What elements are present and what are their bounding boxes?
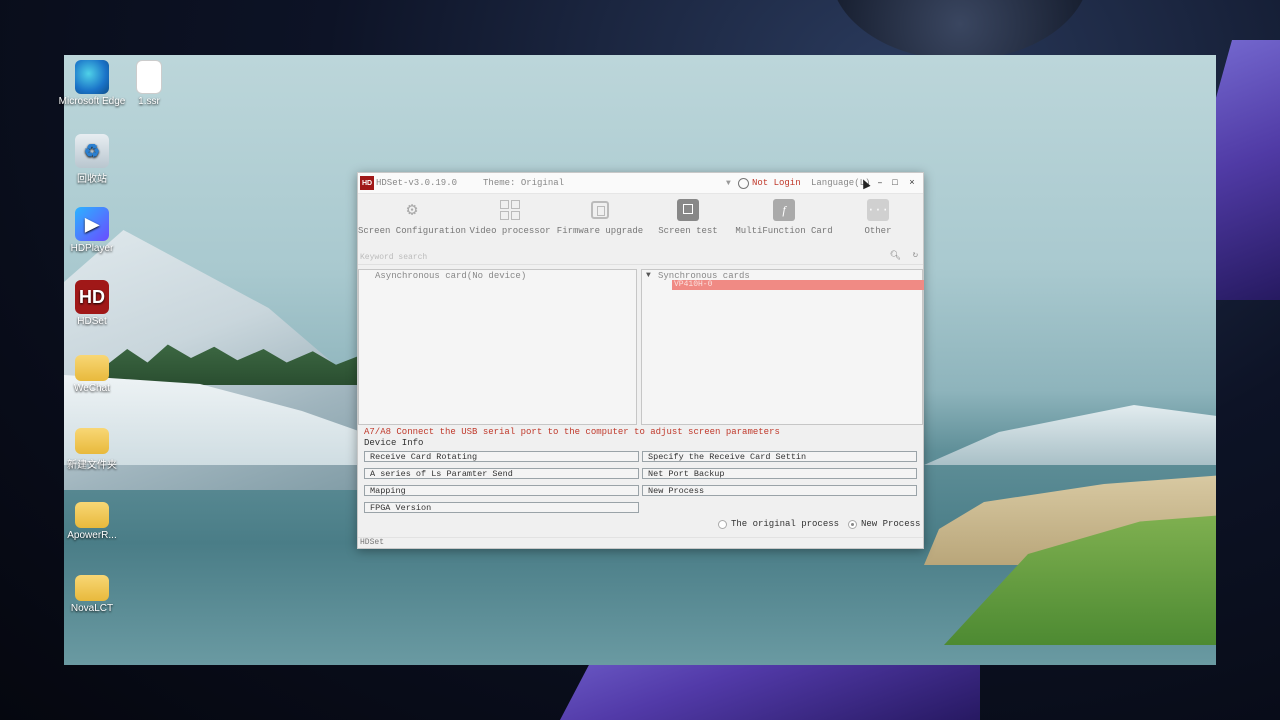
- radio-label: New Process: [861, 519, 921, 529]
- radio-button[interactable]: [848, 519, 857, 529]
- app-version: HDSet-v3.0.19.0: [376, 178, 458, 188]
- monitor-icon: [676, 198, 700, 222]
- minimize-button[interactable]: –: [873, 176, 887, 190]
- tool-screen-configuration[interactable]: ⚙ Screen Configuration: [358, 198, 466, 236]
- async-card-panel[interactable]: Asynchronous card(No device): [358, 269, 637, 425]
- folder-icon: [75, 502, 109, 528]
- tool-multifunction-card[interactable]: f MultiFunction Card: [734, 198, 834, 236]
- grid-icon: [498, 198, 522, 222]
- desktop-icon-label: WeChat: [74, 383, 110, 394]
- desktop-icon-label: 回收站: [77, 174, 107, 185]
- radio-new-process[interactable]: New Process: [848, 519, 920, 529]
- folder-icon: [75, 355, 109, 381]
- desktop-icon-label: HDPlayer: [70, 243, 114, 254]
- desktop-icon-label: 新建文件夹: [67, 460, 117, 471]
- tool-screen-test[interactable]: Screen test: [648, 198, 728, 236]
- usb-hint: A7/A8 Connect the USB serial port to the…: [364, 427, 780, 437]
- function-icon: f: [772, 198, 796, 222]
- refresh-icon[interactable]: ↻: [913, 250, 918, 260]
- ls-param-send-button[interactable]: A series of Ls Paramter Send: [364, 468, 639, 479]
- receive-card-rotating-button[interactable]: Receive Card Rotating: [364, 451, 639, 462]
- desktop-icon-label: ApowerR...: [67, 530, 117, 541]
- radio-original-process[interactable]: The original process: [718, 519, 839, 529]
- chip-icon: [588, 198, 612, 222]
- tool-label: Video processor: [469, 226, 551, 236]
- theme-selector[interactable]: Theme: Original: [483, 178, 564, 188]
- recycle-bin-icon: ♻: [75, 134, 109, 168]
- sync-card-item[interactable]: VP410H-0: [672, 280, 924, 290]
- desktop-icon-file[interactable]: 1.ssr: [114, 60, 184, 107]
- device-info-heading: Device Info: [364, 438, 424, 448]
- device-buttons: Receive Card Rotating Specify the Receiv…: [358, 451, 923, 521]
- folder-icon: [75, 575, 109, 601]
- desktop-icon-hdplayer[interactable]: ▶ HDPlayer: [57, 207, 127, 254]
- tool-label: MultiFunction Card: [735, 226, 833, 236]
- desktop-icon-new-folder[interactable]: 新建文件夹: [57, 428, 127, 471]
- toolbar: ⚙ Screen Configuration Video processor F…: [358, 194, 923, 250]
- hdset-window: HD HDSet-v3.0.19.0 Theme: Original ▼ Not…: [357, 172, 924, 549]
- net-port-backup-button[interactable]: Net Port Backup: [642, 468, 917, 479]
- tool-label: Screen Configuration: [357, 226, 467, 236]
- hdplayer-icon: ▶: [75, 207, 109, 241]
- keyword-search[interactable]: Keyword search 🔍︎ ↻: [358, 250, 923, 265]
- search-icon[interactable]: 🔍︎: [890, 251, 901, 261]
- search-input[interactable]: Keyword search: [360, 253, 427, 262]
- user-icon: [738, 177, 749, 189]
- new-process-button[interactable]: New Process: [642, 485, 917, 496]
- file-icon: [136, 60, 162, 94]
- sync-card-panel[interactable]: ▼ Synchronous cards VP410H-0: [641, 269, 924, 425]
- more-icon: ···: [866, 198, 890, 222]
- fpga-version-button[interactable]: FPGA Version: [364, 502, 639, 513]
- tool-video-processor[interactable]: Video processor: [467, 198, 553, 236]
- mapping-button[interactable]: Mapping: [364, 485, 639, 496]
- wallpaper-mountain: [924, 405, 1216, 465]
- async-card-header: Asynchronous card(No device): [375, 271, 527, 281]
- tool-label: Other: [864, 226, 892, 236]
- chevron-down-icon[interactable]: ▼: [726, 179, 731, 188]
- radio-label: The original process: [731, 519, 840, 529]
- edge-icon: [75, 60, 109, 94]
- tool-firmware-upgrade[interactable]: Firmware upgrade: [557, 198, 643, 236]
- planet-backdrop: [830, 0, 1090, 60]
- card-panels: Asynchronous card(No device) ▼ Synchrono…: [358, 269, 924, 425]
- desktop-icon-label: NovaLCT: [70, 603, 114, 614]
- desktop-icon-apower[interactable]: ApowerR...: [57, 502, 127, 541]
- gear-icon: ⚙: [406, 201, 418, 221]
- radio-button[interactable]: [718, 519, 727, 529]
- close-button[interactable]: ×: [905, 176, 919, 190]
- hdset-icon: HD: [75, 280, 109, 314]
- desktop-icon-wechat[interactable]: WeChat: [57, 355, 127, 394]
- maximize-button[interactable]: □: [888, 176, 902, 190]
- desktop-icon-novalct[interactable]: NovaLCT: [57, 575, 127, 614]
- desktop-icon-label: HDSet: [77, 316, 107, 327]
- specify-receive-card-button[interactable]: Specify the Receive Card Settin: [642, 451, 917, 462]
- tool-label: Firmware upgrade: [556, 226, 644, 236]
- folder-icon: [75, 428, 109, 454]
- login-label: Not Login: [752, 178, 801, 188]
- desktop-icon-hdset[interactable]: HD HDSet: [57, 280, 127, 327]
- title-bar[interactable]: HD HDSet-v3.0.19.0 Theme: Original ▼ Not…: [358, 173, 923, 194]
- desktop-icon-label: 1.ssr: [138, 96, 160, 107]
- tool-label: Screen test: [658, 226, 718, 236]
- status-bar: HDSet: [358, 537, 923, 548]
- desktop-icon-recycle-bin[interactable]: ♻ 回收站: [57, 134, 127, 185]
- chevron-down-icon[interactable]: ▼: [646, 271, 651, 280]
- app-logo-icon: HD: [360, 176, 374, 190]
- tool-other[interactable]: ··· Other: [838, 198, 918, 236]
- login-link[interactable]: Not Login: [738, 177, 801, 189]
